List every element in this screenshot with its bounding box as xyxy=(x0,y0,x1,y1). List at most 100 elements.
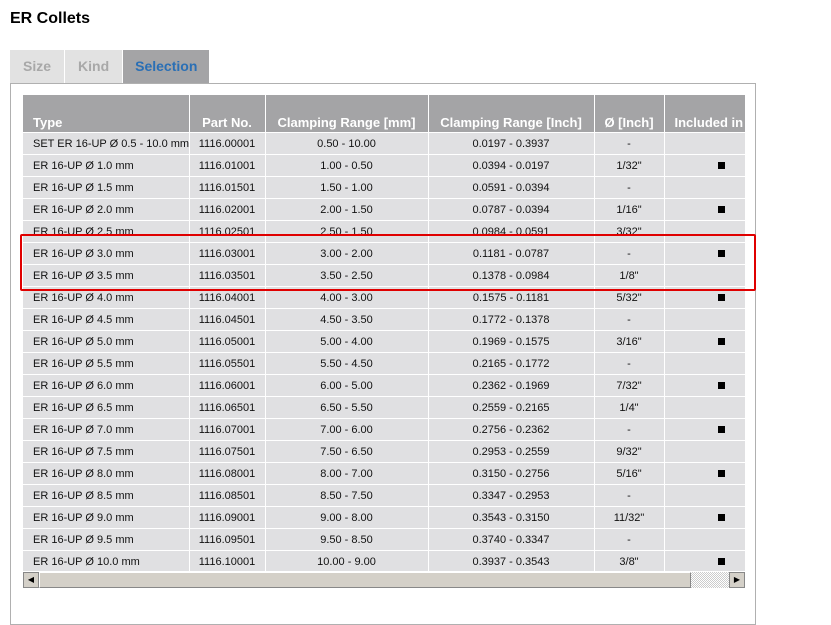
tab-size[interactable]: Size xyxy=(10,50,66,83)
scrollbar-thumb[interactable] xyxy=(39,572,691,588)
cell-clamping-inch: 0.0984 - 0.0591 xyxy=(428,220,595,243)
cell-clamping-inch: 0.0394 - 0.0197 xyxy=(428,154,595,177)
table-row[interactable]: ER 16-UP Ø 6.5 mm 1116.06501 6.50 - 5.50 0.… xyxy=(23,396,745,419)
cell-part-no: 1116.07501 xyxy=(189,440,266,463)
tab-selection[interactable]: Selection xyxy=(123,50,211,83)
cell-included-in xyxy=(664,198,745,221)
cell-clamping-mm: 5.50 - 4.50 xyxy=(265,352,429,375)
col-clamping-mm[interactable]: Clamping Range [mm] xyxy=(265,95,429,133)
col-type[interactable]: Type xyxy=(23,95,190,133)
included-square-icon xyxy=(717,161,725,169)
cell-diameter-inch: 9/32" xyxy=(594,440,665,463)
horizontal-scrollbar[interactable]: ◀ ▶ xyxy=(23,571,745,588)
cell-clamping-inch: 0.0197 - 0.3937 xyxy=(428,132,595,155)
cell-included-in xyxy=(664,396,745,419)
cell-type: ER 16-UP Ø 9.5 mm xyxy=(23,528,190,551)
cell-clamping-inch: 0.1575 - 0.1181 xyxy=(428,286,595,309)
cell-included-in xyxy=(664,330,745,353)
collets-table: Type Part No. Clamping Range [mm] Clampi… xyxy=(23,95,745,572)
table-row[interactable]: ER 16-UP Ø 5.0 mm 1116.05001 5.00 - 4.00 0.… xyxy=(23,330,745,353)
table-row[interactable]: ER 16-UP Ø 1.5 mm 1116.01501 1.50 - 1.00 0.… xyxy=(23,176,745,199)
cell-type: ER 16-UP Ø 8.0 mm xyxy=(23,462,190,485)
table-row[interactable]: ER 16-UP Ø 9.0 mm 1116.09001 9.00 - 8.00 0.… xyxy=(23,506,745,529)
cell-part-no: 1116.08001 xyxy=(189,462,266,485)
cell-diameter-inch: - xyxy=(594,176,665,199)
cell-type: ER 16-UP Ø 4.0 mm xyxy=(23,286,190,309)
tab-kind[interactable]: Kind xyxy=(65,50,124,83)
table-row[interactable]: ER 16-UP Ø 1.0 mm 1116.01001 1.00 - 0.50 0.… xyxy=(23,154,745,177)
cell-type: ER 16-UP Ø 7.5 mm xyxy=(23,440,190,463)
cell-type: ER 16-UP Ø 6.5 mm xyxy=(23,396,190,419)
cell-clamping-inch: 0.2756 - 0.2362 xyxy=(428,418,595,441)
cell-clamping-mm: 6.50 - 5.50 xyxy=(265,396,429,419)
cell-clamping-inch: 0.1969 - 0.1575 xyxy=(428,330,595,353)
cell-clamping-inch: 0.1772 - 0.1378 xyxy=(428,308,595,331)
cell-type: ER 16-UP Ø 8.5 mm xyxy=(23,484,190,507)
table-row[interactable]: ER 16-UP Ø 10.0 mm 1116.10001 10.00 - 9.00… xyxy=(23,550,745,572)
cell-part-no: 1116.07001 xyxy=(189,418,266,441)
cell-type: ER 16-UP Ø 10.0 mm xyxy=(23,550,190,572)
page-title: ER Collets xyxy=(10,10,91,27)
cell-included-in xyxy=(664,484,745,507)
table-row[interactable]: ER 16-UP Ø 9.5 mm 1116.09501 9.50 - 8.50 0.… xyxy=(23,528,745,551)
cell-clamping-mm: 9.00 - 8.00 xyxy=(265,506,429,529)
cell-part-no: 1116.04001 xyxy=(189,286,266,309)
cell-included-in xyxy=(664,264,745,287)
cell-diameter-inch: 11/32" xyxy=(594,506,665,529)
cell-part-no: 1116.01001 xyxy=(189,154,266,177)
cell-type: ER 16-UP Ø 1.0 mm xyxy=(23,154,190,177)
scroll-right-arrow-icon[interactable]: ▶ xyxy=(729,572,745,588)
table-row[interactable]: ER 16-UP Ø 6.0 mm 1116.06001 6.00 - 5.00 0.… xyxy=(23,374,745,397)
cell-clamping-mm: 6.00 - 5.00 xyxy=(265,374,429,397)
col-diameter-inch[interactable]: Ø [Inch] xyxy=(594,95,665,133)
col-clamping-inch[interactable]: Clamping Range [Inch] xyxy=(428,95,595,133)
table-row[interactable]: ER 16-UP Ø 2.0 mm 1116.02001 2.00 - 1.50 0.… xyxy=(23,198,745,221)
included-square-icon xyxy=(717,205,725,213)
table-row[interactable]: ER 16-UP Ø 5.5 mm 1116.05501 5.50 - 4.50 0.… xyxy=(23,352,745,375)
cell-type: ER 16-UP Ø 2.0 mm xyxy=(23,198,190,221)
included-square-icon xyxy=(717,381,725,389)
cell-part-no: 1116.10001 xyxy=(189,550,266,572)
table-row[interactable]: SET ER 16-UP Ø 0.5 - 10.0 mm 1116.00001 0.… xyxy=(23,132,745,155)
cell-clamping-mm: 3.50 - 2.50 xyxy=(265,264,429,287)
cell-type: ER 16-UP Ø 6.0 mm xyxy=(23,374,190,397)
cell-included-in xyxy=(664,132,745,155)
col-included-in[interactable]: Included in xyxy=(664,95,745,133)
cell-part-no: 1116.06501 xyxy=(189,396,266,419)
table-row[interactable]: ER 16-UP Ø 4.0 mm 1116.04001 4.00 - 3.00 0.… xyxy=(23,286,745,309)
cell-clamping-inch: 0.2953 - 0.2559 xyxy=(428,440,595,463)
cell-part-no: 1116.09001 xyxy=(189,506,266,529)
cell-clamping-inch: 0.3740 - 0.3347 xyxy=(428,528,595,551)
cell-included-in xyxy=(664,286,745,309)
table-row[interactable]: ER 16-UP Ø 3.0 mm 1116.03001 3.00 - 2.00 0.… xyxy=(23,242,745,265)
scroll-left-arrow-icon[interactable]: ◀ xyxy=(23,572,39,588)
cell-part-no: 1116.02501 xyxy=(189,220,266,243)
cell-clamping-inch: 0.0787 - 0.0394 xyxy=(428,198,595,221)
cell-diameter-inch: 3/16" xyxy=(594,330,665,353)
table-row[interactable]: ER 16-UP Ø 8.0 mm 1116.08001 8.00 - 7.00 0.… xyxy=(23,462,745,485)
included-square-icon xyxy=(717,513,725,521)
included-square-icon xyxy=(717,557,725,565)
cell-diameter-inch: - xyxy=(594,242,665,265)
cell-included-in xyxy=(664,528,745,551)
table-row[interactable]: ER 16-UP Ø 8.5 mm 1116.08501 8.50 - 7.50 0.… xyxy=(23,484,745,507)
table-row[interactable]: ER 16-UP Ø 2.5 mm 1116.02501 2.50 - 1.50 0.… xyxy=(23,220,745,243)
cell-clamping-inch: 0.2559 - 0.2165 xyxy=(428,396,595,419)
cell-diameter-inch: 7/32" xyxy=(594,374,665,397)
cell-type: ER 16-UP Ø 3.5 mm xyxy=(23,264,190,287)
cell-diameter-inch: 5/32" xyxy=(594,286,665,309)
table-row[interactable]: ER 16-UP Ø 7.0 mm 1116.07001 7.00 - 6.00 0.… xyxy=(23,418,745,441)
cell-diameter-inch: 3/32" xyxy=(594,220,665,243)
cell-included-in xyxy=(664,176,745,199)
scrollbar-track[interactable] xyxy=(691,572,729,588)
table-row[interactable]: ER 16-UP Ø 3.5 mm 1116.03501 3.50 - 2.50 0.… xyxy=(23,264,745,287)
cell-part-no: 1116.01501 xyxy=(189,176,266,199)
table-row[interactable]: ER 16-UP Ø 7.5 mm 1116.07501 7.50 - 6.50 0.… xyxy=(23,440,745,463)
cell-clamping-mm: 3.00 - 2.00 xyxy=(265,242,429,265)
cell-included-in xyxy=(664,418,745,441)
table-row[interactable]: ER 16-UP Ø 4.5 mm 1116.04501 4.50 - 3.50 0.… xyxy=(23,308,745,331)
cell-clamping-inch: 0.2362 - 0.1969 xyxy=(428,374,595,397)
col-part-no[interactable]: Part No. xyxy=(189,95,266,133)
cell-clamping-mm: 0.50 - 10.00 xyxy=(265,132,429,155)
cell-diameter-inch: 1/8" xyxy=(594,264,665,287)
